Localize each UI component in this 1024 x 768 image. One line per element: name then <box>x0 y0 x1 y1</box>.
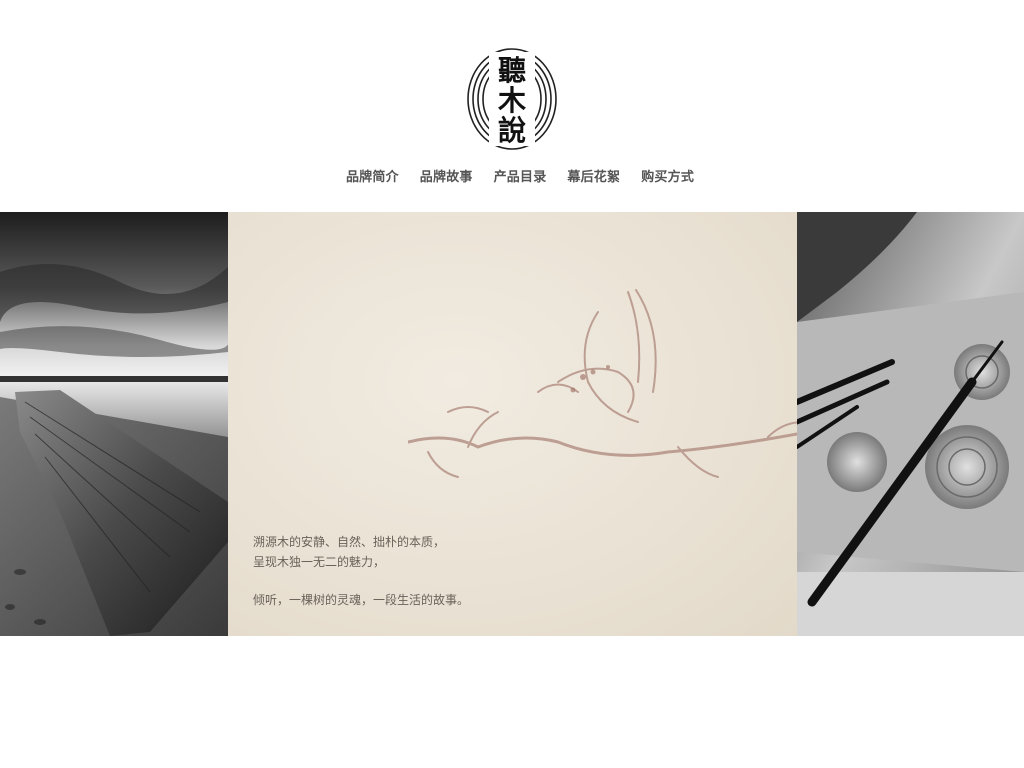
tagline-line-2: 呈现木独一无二的魅力， <box>253 555 386 569</box>
ink-painting-panel: 溯源木的安静、自然、拙朴的本质， 呈现木独一无二的魅力， 倾听，一棵树的灵魂，一… <box>228 212 797 636</box>
logo-char-2: 木 <box>497 84 526 117</box>
tagline-line-1: 溯源木的安静、自然、拙朴的本质， <box>253 535 446 549</box>
brand-tagline: 溯源木的安静、自然、拙朴的本质， 呈现木独一无二的魅力， 倾听，一棵树的灵魂，一… <box>253 532 573 610</box>
nav-item-behind-scenes[interactable]: 幕后花絮 <box>567 166 620 185</box>
logo-char-1: 聽 <box>498 54 526 87</box>
hero-banner: 溯源木的安静、自然、拙朴的本质， 呈现木独一无二的魅力， 倾听，一棵树的灵魂，一… <box>0 212 1024 636</box>
logo-char-3: 說 <box>498 114 526 147</box>
nav-item-how-to-buy[interactable]: 购买方式 <box>641 166 694 185</box>
seal-logo-icon: 聽 木 說 <box>467 48 557 150</box>
brand-logo[interactable]: 聽 木 說 <box>465 46 559 152</box>
nav-item-brand-story[interactable]: 品牌故事 <box>420 166 473 185</box>
wood-carving-photo <box>797 212 1024 636</box>
nav-item-product-catalog[interactable]: 产品目录 <box>494 166 547 185</box>
pier-photo <box>0 212 228 636</box>
main-nav: 品牌简介 品牌故事 产品目录 幕后花絮 购买方式 <box>340 164 700 186</box>
nav-item-brand-intro[interactable]: 品牌简介 <box>346 166 399 185</box>
lotus-flower-icon <box>408 289 797 478</box>
tagline-line-3: 倾听，一棵树的灵魂，一段生活的故事。 <box>253 593 470 607</box>
